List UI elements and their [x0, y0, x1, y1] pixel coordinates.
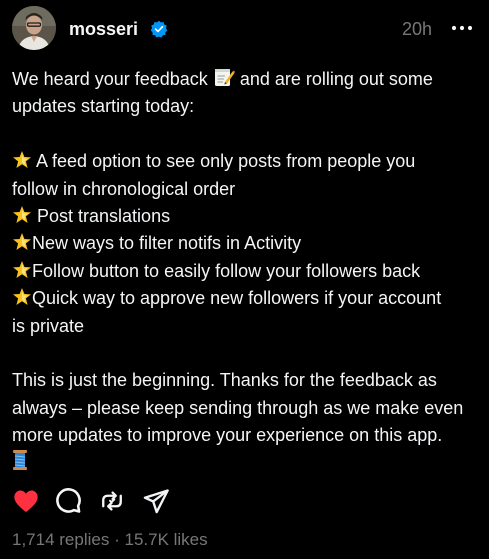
- post-header: mosseri 20h: [12, 6, 477, 54]
- list-item: New ways to filter notifs in Activity: [12, 230, 482, 257]
- heart-filled-icon[interactable]: [12, 487, 40, 515]
- glowing-star-icon: [13, 288, 31, 306]
- glowing-star-icon: [13, 260, 31, 278]
- list-item: Follow button to easily follow your foll…: [12, 258, 482, 285]
- thread-post: mosseri 20h We heard your feedback and a…: [0, 0, 489, 559]
- profile-photo-icon: [12, 6, 56, 50]
- list-item-text: A feed option to see only posts from peo…: [36, 151, 416, 172]
- author-username[interactable]: mosseri: [69, 18, 138, 40]
- replies-count[interactable]: 1,714 replies: [12, 530, 109, 549]
- list-item: Post translations: [12, 203, 482, 230]
- list-item-text: Follow button to easily follow your foll…: [32, 260, 421, 281]
- thread-spool-icon: [13, 450, 27, 471]
- memo-icon: [214, 69, 235, 86]
- list-item-text: New ways to filter notifs in Activity: [32, 233, 302, 254]
- intro-line-1: We heard your feedback and are rolling o…: [12, 66, 482, 93]
- list-item: Quick way to approve new followers if yo…: [12, 285, 482, 312]
- post-body: We heard your feedback and are rolling o…: [12, 66, 482, 477]
- intro-text-a: We heard your feedback: [12, 69, 208, 89]
- glowing-star-icon: [13, 233, 31, 251]
- post-timestamp: 20h: [402, 19, 433, 39]
- post-actions: [12, 487, 212, 517]
- outro-line-1: This is just the beginning. Thanks for t…: [12, 370, 437, 391]
- outro-line-2: always – please keep sending through as …: [12, 397, 464, 418]
- send-icon[interactable]: [142, 487, 170, 515]
- more-horizontal-icon[interactable]: [450, 20, 474, 36]
- list-item-continued: is private: [12, 315, 85, 336]
- intro-line-2: updates starting today:: [12, 96, 195, 117]
- repost-icon[interactable]: [98, 487, 126, 515]
- verified-badge-icon: [150, 20, 168, 38]
- avatar[interactable]: [12, 6, 56, 50]
- list-item-text: Post translations: [37, 205, 171, 226]
- stats-separator: ·: [114, 530, 120, 549]
- list-item: A feed option to see only posts from peo…: [12, 148, 482, 175]
- glowing-star-icon: [13, 151, 31, 169]
- comment-bubble-icon[interactable]: [54, 487, 82, 515]
- outro-line-3: more updates to improve your experience …: [12, 425, 443, 446]
- likes-count[interactable]: 15.7K likes: [124, 530, 207, 549]
- outro-emoji-line: [12, 449, 482, 476]
- post-stats: 1,714 replies · 15.7K likes: [12, 529, 208, 551]
- glowing-star-icon: [13, 205, 31, 223]
- list-item-text: Quick way to approve new followers if yo…: [32, 288, 442, 309]
- intro-text-b: and are rolling out some: [239, 69, 433, 89]
- list-item-continued: follow in chronological order: [12, 178, 236, 199]
